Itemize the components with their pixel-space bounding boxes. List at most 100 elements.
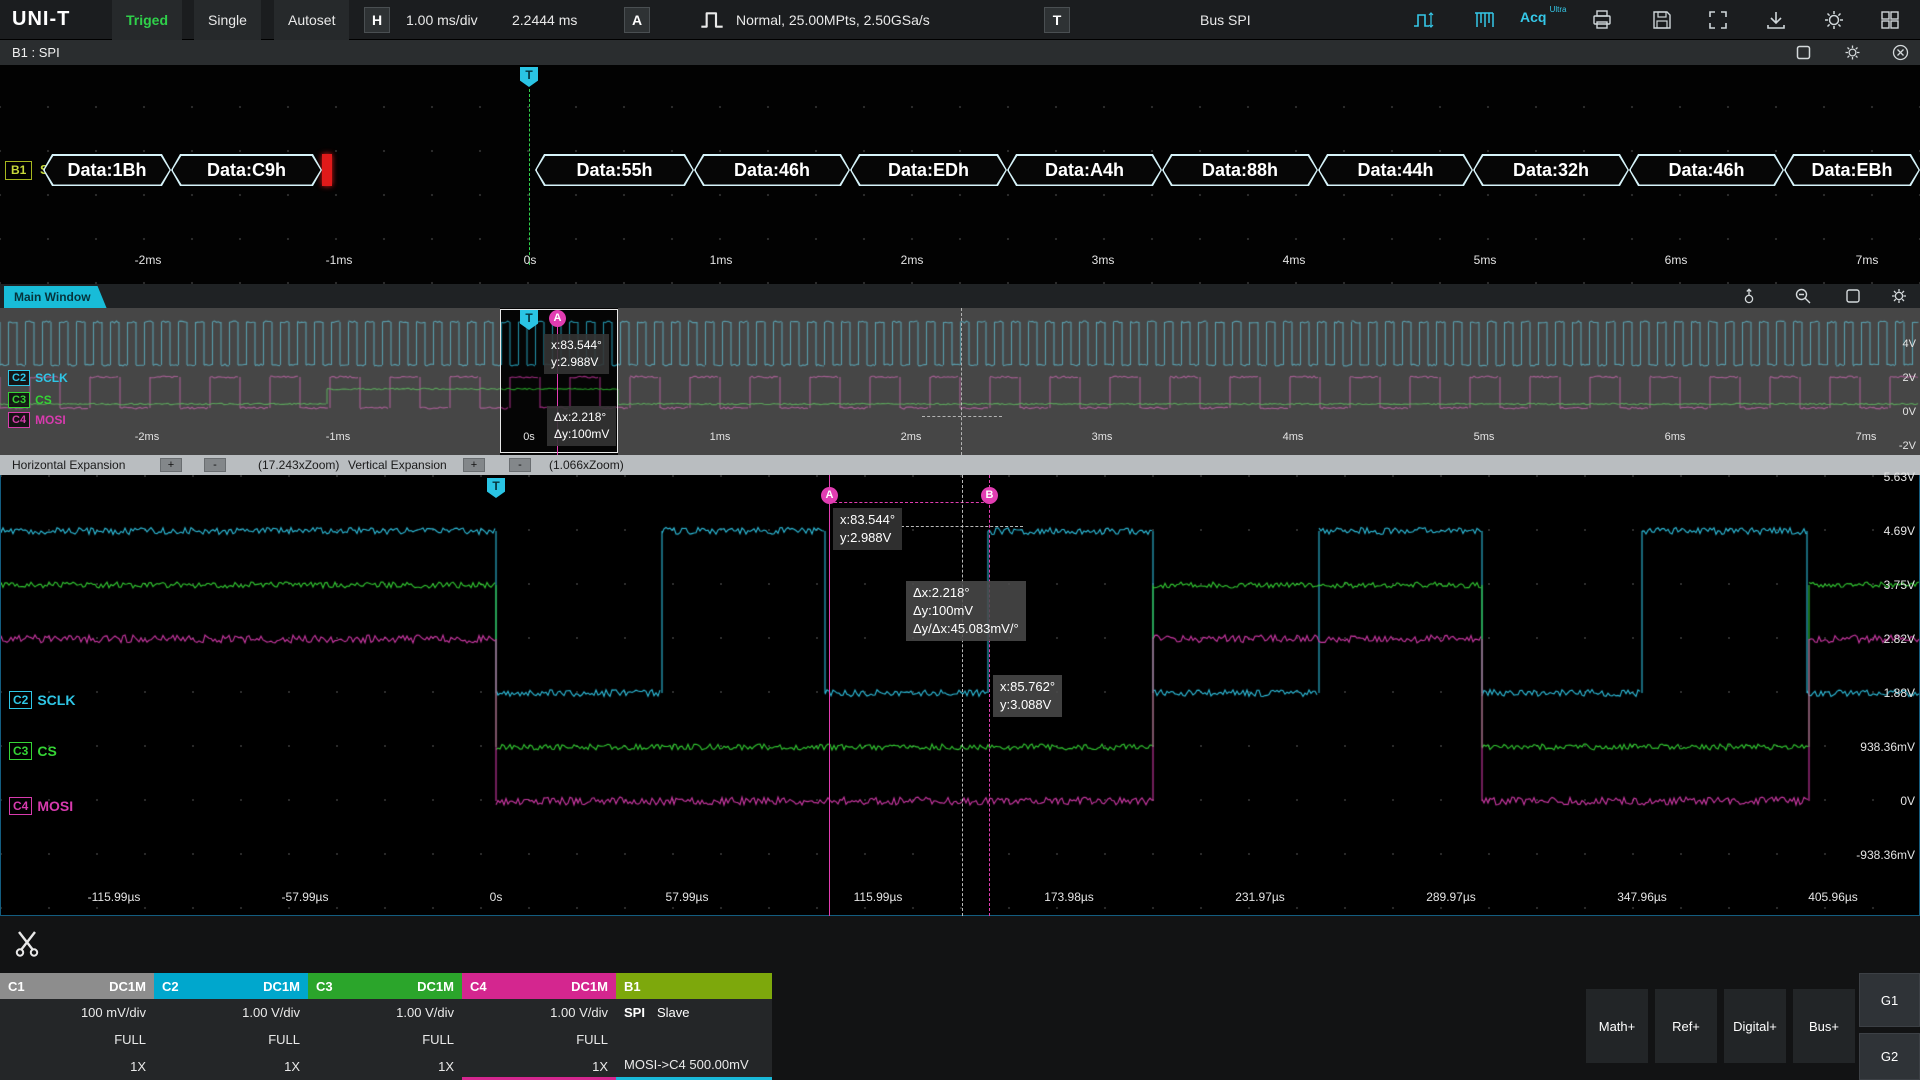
digital-comb-icon[interactable] [1472, 9, 1496, 31]
ref-add-button[interactable]: Ref+ [1655, 989, 1717, 1063]
bus-card-b1[interactable]: B1 SPISlave MOSI->C4 500.00mV [616, 973, 772, 1080]
trigger-marker-flag[interactable]: T [520, 67, 538, 87]
spi-data-frame: Data:46h [1629, 154, 1784, 186]
restore-window-icon[interactable] [1795, 44, 1812, 61]
channel-scale: 1.00 V/div [462, 999, 616, 1026]
time-axis-label: 5ms [1474, 431, 1495, 443]
acq-mode-button[interactable]: AcqUltra [1520, 9, 1546, 25]
bus-card-id: B1 [624, 979, 641, 994]
channel-signal-name: SCLK [35, 371, 68, 385]
channel-signal-name: SCLK [37, 692, 75, 708]
download-icon[interactable] [1764, 9, 1788, 31]
bus-add-button[interactable]: Bus+ [1793, 989, 1855, 1063]
bus-protocol: SPI [624, 1005, 645, 1020]
trigger-status-button[interactable]: Triged [112, 0, 182, 40]
touch-icon[interactable] [1740, 287, 1758, 305]
voltage-axis-label: -2V [1899, 440, 1916, 452]
bus-channel-badge[interactable]: B1 [5, 161, 32, 180]
h-expansion-minus-button[interactable]: - [204, 458, 226, 472]
channel-coupling: DC1M [571, 979, 608, 994]
main-window-tab[interactable]: Main Window [4, 286, 107, 308]
time-axis-label: 115.99µs [854, 890, 903, 904]
time-axis-label: 3ms [1092, 253, 1115, 267]
bus-card-threshold-row: MOSI->C4 500.00mV [616, 1057, 772, 1072]
settings-gear-icon[interactable] [1822, 9, 1846, 31]
time-axis-label: -57.99µs [282, 890, 329, 904]
channel-badge-c4[interactable]: C4MOSI [9, 797, 73, 815]
fullscreen-icon[interactable] [1706, 9, 1730, 31]
acquisition-info[interactable]: Normal, 25.00MPts, 2.50GSa/s [736, 0, 930, 40]
voltage-axis-label: -938.36mV [1856, 848, 1915, 862]
channel-badge-c4[interactable]: C4MOSI [8, 412, 66, 428]
cursor-a-line[interactable] [829, 475, 830, 916]
waveform-overview-strip[interactable]: T A x:83.544° y:2.988V Δx:2.218° Δy:100m… [0, 308, 1920, 455]
channel-card-id: C3 [316, 979, 333, 994]
channel-card-c2[interactable]: C2DC1M1.00 V/divFULL1X [154, 973, 308, 1080]
measure-icon[interactable] [1412, 9, 1436, 31]
group-button-g2[interactable]: G2 [1859, 1033, 1920, 1080]
channel-signal-name: MOSI [35, 413, 66, 427]
cursor-y-value: y:2.988V [551, 354, 602, 371]
close-panel-icon[interactable] [1892, 44, 1909, 61]
channel-bandwidth: FULL [462, 1026, 616, 1053]
channel-badge-c2[interactable]: C2SCLK [9, 691, 75, 709]
crosshair-vertical [962, 475, 963, 916]
channel-card-c4[interactable]: C4DC1M1.00 V/divFULL1X [462, 973, 616, 1080]
top-toolbar: UNI-T Triged Single Autoset H 1.00 ms/di… [0, 0, 1920, 40]
cursor-b-line[interactable] [989, 475, 990, 916]
delta-x-value: Δx:2.218° [554, 409, 609, 426]
bus-card-header: B1 [616, 973, 772, 999]
timebase-readout[interactable]: 1.00 ms/div [406, 0, 478, 40]
printer-icon[interactable] [1590, 9, 1614, 31]
cursor-readout-tooltip: x:83.544° y:2.988V [544, 334, 609, 374]
channel-badge-c3[interactable]: C3CS [8, 392, 52, 408]
single-button[interactable]: Single [194, 0, 261, 40]
spi-data-frame: Data:44h [1318, 154, 1473, 186]
channel-card-header: C4DC1M [462, 973, 616, 999]
horizontal-offset-readout[interactable]: 2.2444 ms [512, 0, 577, 40]
apps-grid-icon[interactable] [1878, 9, 1902, 31]
digital-add-button[interactable]: Digital+ [1724, 989, 1786, 1063]
group-button-g1[interactable]: G1 [1859, 973, 1920, 1027]
zoom-out-icon[interactable] [1794, 287, 1812, 305]
cursor-b-flag[interactable]: B [981, 487, 998, 504]
time-axis-label: 405.96µs [1808, 890, 1858, 904]
zoom-waveform-panel[interactable]: T A B x:83.544° y:2.988V Δx:2.218° Δy:10… [0, 475, 1920, 916]
spi-data-frame: Data:EBh [1784, 154, 1920, 186]
trigger-menu-button[interactable]: T [1044, 7, 1070, 33]
cursor-b-x-value: x:85.762° [1000, 678, 1055, 696]
v-expansion-minus-button[interactable]: - [509, 458, 531, 472]
scissors-icon[interactable] [12, 928, 42, 958]
cursor-a-flag[interactable]: A [821, 487, 838, 504]
voltage-axis-label: 938.36mV [1860, 740, 1915, 754]
channel-card-c3[interactable]: C3DC1M1.00 V/divFULL1X [308, 973, 462, 1080]
channel-badge-c2[interactable]: C2 SCLK [8, 370, 68, 386]
save-icon[interactable] [1650, 9, 1674, 31]
autoset-button[interactable]: Autoset [274, 0, 349, 40]
bus-type-readout[interactable]: Bus SPI [1200, 0, 1251, 40]
horizontal-menu-button[interactable]: H [364, 7, 390, 33]
acquire-menu-button[interactable]: A [624, 7, 650, 33]
maximize-window-icon[interactable] [1844, 287, 1862, 305]
h-expansion-plus-button[interactable]: + [160, 458, 182, 472]
channel-badge-c3[interactable]: C3 CS [9, 742, 57, 760]
channel-id-box: C3 [9, 742, 32, 760]
horizontal-expansion-label: Horizontal Expansion [12, 455, 125, 475]
time-axis-label: 289.97µs [1426, 890, 1476, 904]
math-add-button[interactable]: Math+ [1586, 989, 1648, 1063]
time-axis-label: 7ms [1856, 253, 1879, 267]
channel-card-c1[interactable]: C1DC1M100 mV/divFULL1X [0, 973, 154, 1080]
delta-y-value: Δy:100mV [913, 602, 1019, 620]
bus-decode-title: B1 : SPI [12, 40, 60, 65]
channel-id-box: C2 [8, 370, 30, 386]
v-expansion-plus-button[interactable]: + [463, 458, 485, 472]
time-axis-label: 2ms [901, 431, 922, 443]
panel-settings-gear-icon[interactable] [1844, 44, 1861, 61]
voltage-axis-label: 0V [1900, 794, 1915, 808]
channel-probe: 1X [462, 1053, 616, 1080]
channel-signal-name: CS [37, 743, 56, 759]
window-settings-gear-icon[interactable] [1890, 287, 1908, 305]
voltage-axis-label: 0V [1903, 406, 1916, 418]
channel-card-id: C2 [162, 979, 179, 994]
cursor-a-flag[interactable]: A [549, 310, 566, 327]
